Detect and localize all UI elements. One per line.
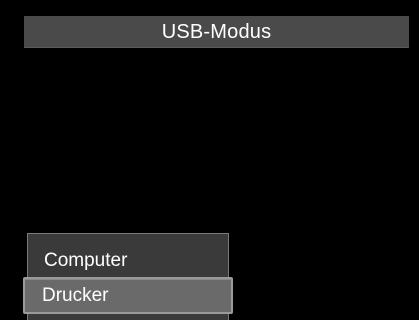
menu-item-computer[interactable]: Computer [28, 242, 228, 280]
camera-screen: USB-Modus Computer Drucker [0, 0, 419, 320]
menu-item-label: Drucker [42, 284, 109, 306]
menu-item-drucker[interactable]: Drucker [23, 277, 233, 314]
menu-item-label: Computer [44, 250, 128, 271]
title-bar: USB-Modus [24, 16, 409, 48]
page-title: USB-Modus [161, 20, 272, 43]
